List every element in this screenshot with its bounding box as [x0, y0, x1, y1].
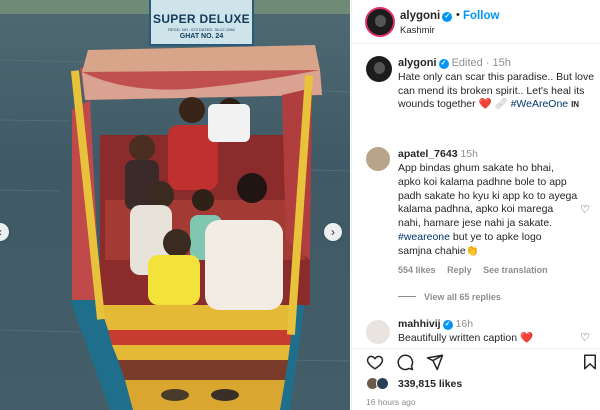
- comment-reply-button[interactable]: Reply: [447, 265, 472, 275]
- likes-count-text[interactable]: 339,815 likes: [398, 378, 462, 390]
- comment-username[interactable]: apatel_7643: [398, 148, 458, 160]
- boat-sign-regd: REGD. NO.: 673 DATED: 30-07-1982: [168, 27, 235, 32]
- shikara-boat-illustration: [0, 0, 350, 410]
- caption-author-avatar[interactable]: [366, 56, 392, 82]
- comment-text: App bindas ghum sakate ho bhai, apko koi…: [398, 162, 578, 259]
- caption-meta: Edited · 15h: [451, 57, 511, 69]
- author-avatar[interactable]: [365, 7, 395, 37]
- boat-sign-title: SUPER DELUXE: [153, 12, 250, 26]
- caption-username[interactable]: alygoni: [398, 57, 437, 69]
- comment-like-heart-icon[interactable]: ♡: [580, 203, 590, 216]
- comment-time: 15h: [460, 148, 478, 160]
- share-send-icon[interactable]: [426, 353, 444, 371]
- caption-country-tag: IN: [571, 100, 580, 109]
- comment-actions: 554 likes Reply See translation: [398, 265, 557, 275]
- post-timestamp[interactable]: 16 hours ago: [366, 397, 416, 407]
- caption-emoji: ❤️ 🩹: [478, 98, 508, 110]
- author-username[interactable]: alygoni: [400, 10, 440, 22]
- like-heart-icon[interactable]: [366, 353, 384, 371]
- verified-badge-icon: ✓: [438, 59, 449, 69]
- caption-header: alygoni ✓ Edited · 15h: [398, 57, 511, 69]
- next-photo-button[interactable]: ›: [324, 223, 342, 241]
- liker-avatar: [376, 377, 389, 390]
- post-actions-bar: [352, 348, 600, 374]
- comment-header: mahhivij ✓ 16h: [398, 318, 473, 330]
- follow-button[interactable]: Follow: [463, 10, 499, 22]
- boat-sign-ghat: GHAT NO. 24: [179, 33, 224, 40]
- author-username-row[interactable]: alygoni ✓: [400, 10, 453, 22]
- likes-count: 339,815: [398, 378, 436, 390]
- see-translation-button[interactable]: See translation: [483, 265, 548, 275]
- comment-like-heart-icon[interactable]: ♡: [580, 331, 590, 344]
- commenter-avatar[interactable]: [366, 147, 390, 171]
- comment-header: apatel_7643 15h: [398, 148, 478, 160]
- post-photo[interactable]: SUPER DELUXE REGD. NO.: 673 DATED: 30-07…: [0, 0, 350, 410]
- boat-sign: SUPER DELUXE REGD. NO.: 673 DATED: 30-07…: [149, 0, 254, 46]
- commenter-avatar[interactable]: [366, 320, 390, 344]
- separator-dot: •: [456, 9, 460, 21]
- caption-text: Hate only can scar this paradise.. But l…: [398, 71, 598, 112]
- post-location[interactable]: Kashmir: [400, 25, 435, 36]
- comment-body: App bindas ghum sakate ho bhai, apko koi…: [398, 162, 578, 230]
- comment-likes-count[interactable]: 554 likes: [398, 265, 436, 275]
- comment-bubble-icon[interactable]: [396, 353, 414, 371]
- likes-suffix: likes: [435, 378, 463, 390]
- verified-badge-icon: ✓: [442, 320, 453, 330]
- post-details-panel: alygoni ✓ • Follow Kashmir alygoni ✓ Edite…: [351, 0, 600, 410]
- save-bookmark-icon[interactable]: [581, 353, 599, 371]
- comment-username[interactable]: mahhivij: [398, 318, 441, 330]
- caption-hashtag[interactable]: #WeAreOne: [511, 98, 569, 110]
- comment-hashtag[interactable]: #weareone: [398, 231, 450, 243]
- comment-time: 16h: [455, 318, 474, 330]
- view-all-replies-button[interactable]: View all 65 replies: [398, 292, 501, 302]
- verified-badge-icon: ✓: [442, 12, 453, 22]
- post-header: alygoni ✓ • Follow Kashmir: [352, 0, 600, 44]
- comment-text: Beautifully written caption ❤️: [398, 332, 534, 344]
